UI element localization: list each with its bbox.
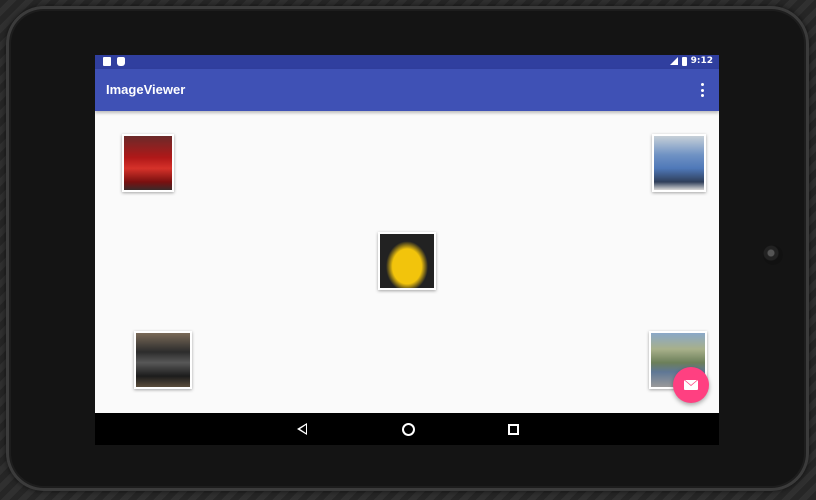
status-time: 9:12	[690, 56, 713, 66]
back-button[interactable]	[295, 421, 311, 437]
home-icon	[402, 423, 415, 436]
back-icon	[297, 423, 307, 435]
red-car-image[interactable]	[122, 134, 174, 192]
overflow-menu-icon[interactable]	[699, 83, 705, 97]
signal-icon	[669, 57, 678, 65]
app-bar: ImageViewer	[95, 69, 719, 111]
battery-icon	[681, 56, 687, 66]
email-fab-button[interactable]	[673, 367, 709, 403]
recents-button[interactable]	[505, 421, 521, 437]
navigation-bar	[95, 413, 719, 445]
front-camera	[763, 245, 783, 265]
email-icon	[684, 380, 698, 390]
image-gallery	[95, 111, 719, 413]
sd-card-icon	[103, 57, 111, 66]
app-title: ImageViewer	[106, 82, 186, 97]
blue-car-image[interactable]	[652, 134, 706, 192]
status-bar: 9:12	[95, 55, 719, 69]
recents-icon	[508, 424, 519, 435]
android-icon	[117, 57, 125, 66]
yellow-car-image[interactable]	[378, 232, 436, 290]
black-car-image[interactable]	[134, 331, 192, 389]
device-screen: 9:12 ImageViewer	[95, 55, 719, 445]
home-button[interactable]	[400, 421, 416, 437]
